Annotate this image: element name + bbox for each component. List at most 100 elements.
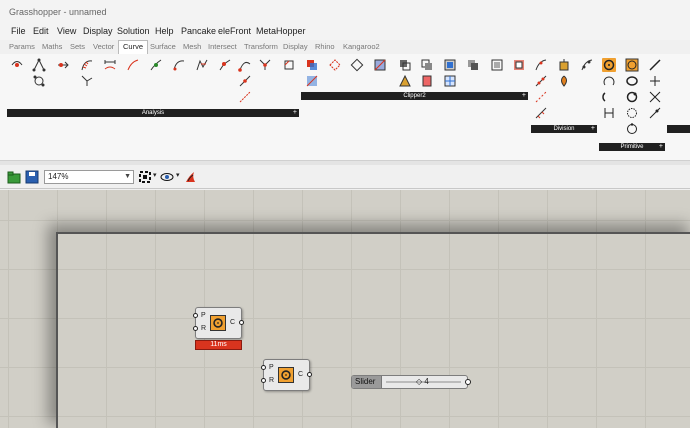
input-grip[interactable] bbox=[193, 313, 198, 318]
number-slider[interactable]: Slider ◇ 4 bbox=[351, 375, 471, 389]
clipper-pages-icon[interactable] bbox=[420, 74, 434, 88]
evaluate-curve-icon[interactable] bbox=[149, 58, 163, 72]
clipper-offset3d-icon[interactable] bbox=[490, 58, 504, 72]
curve-closest-point-icon[interactable] bbox=[32, 58, 46, 72]
tab-transform[interactable]: Transform bbox=[244, 42, 278, 51]
menu-display[interactable]: Display bbox=[83, 26, 113, 36]
segment-lengths-icon[interactable] bbox=[238, 74, 252, 88]
output-grip[interactable] bbox=[465, 379, 471, 385]
grasshopper-canvas[interactable] bbox=[0, 190, 690, 428]
clipper-union-icon[interactable] bbox=[420, 58, 434, 72]
deconstruct-arc-icon[interactable] bbox=[238, 90, 252, 104]
polygon-center-icon[interactable] bbox=[32, 74, 46, 88]
zoom-extents-icon[interactable] bbox=[138, 170, 152, 184]
menu-help[interactable]: Help bbox=[155, 26, 174, 36]
curve-derivatives-icon[interactable] bbox=[126, 58, 140, 72]
line-icon[interactable] bbox=[648, 58, 662, 72]
end-points-icon[interactable] bbox=[238, 58, 252, 72]
menu-metahopper[interactable]: MetaHopper bbox=[256, 26, 306, 36]
input-grip[interactable] bbox=[193, 326, 198, 331]
arc-3pt-icon[interactable] bbox=[602, 90, 616, 104]
menu-file[interactable]: File bbox=[11, 26, 26, 36]
slider-handle-icon[interactable]: ◇ bbox=[416, 377, 422, 386]
ribbon-group-bar-clipper[interactable]: Clipper2 + bbox=[301, 92, 528, 100]
extremes-icon[interactable] bbox=[258, 58, 272, 72]
dash-pattern-icon[interactable] bbox=[534, 90, 548, 104]
preview-eye-icon[interactable] bbox=[160, 170, 174, 184]
ellipse-icon[interactable] bbox=[625, 74, 639, 88]
expand-analysis-icon[interactable]: + bbox=[293, 109, 297, 117]
tab-display[interactable]: Display bbox=[283, 42, 308, 51]
length-icon[interactable] bbox=[172, 58, 186, 72]
menu-solution[interactable]: Solution bbox=[117, 26, 150, 36]
zoom-extents-chevron-icon[interactable]: ▾ bbox=[153, 171, 157, 179]
expand-division-icon[interactable]: + bbox=[591, 125, 595, 133]
ribbon-group-bar-division[interactable]: Division + bbox=[531, 125, 597, 133]
clipper-minkowski-icon[interactable] bbox=[373, 58, 387, 72]
clipper-inset-icon[interactable] bbox=[512, 58, 526, 72]
clipper-xor-icon[interactable] bbox=[466, 58, 480, 72]
menu-edit[interactable]: Edit bbox=[33, 26, 49, 36]
tab-surface[interactable]: Surface bbox=[150, 42, 176, 51]
curvature-graph-icon[interactable] bbox=[80, 58, 94, 72]
tab-rhino[interactable]: Rhino bbox=[315, 42, 335, 51]
ribbon-group-bar-primitive[interactable]: Primitive + bbox=[599, 143, 665, 151]
tab-kangaroo2[interactable]: Kangaroo2 bbox=[343, 42, 380, 51]
line-sdl-icon[interactable] bbox=[648, 74, 662, 88]
line-4pt-icon[interactable] bbox=[648, 90, 662, 104]
tab-curve[interactable]: Curve bbox=[118, 40, 149, 54]
curve-frame-icon[interactable] bbox=[56, 58, 70, 72]
fit-line-icon[interactable] bbox=[648, 106, 662, 120]
clipper-regions-icon[interactable] bbox=[305, 74, 319, 88]
tab-sets[interactable]: Sets bbox=[70, 42, 85, 51]
circle-cnr-icon[interactable] bbox=[602, 58, 616, 72]
shatter-icon[interactable] bbox=[534, 74, 548, 88]
contour-icon[interactable] bbox=[557, 74, 571, 88]
point-in-curve-icon[interactable] bbox=[80, 74, 94, 88]
menu-view[interactable]: View bbox=[57, 26, 76, 36]
circle-component-2[interactable]: P R C bbox=[261, 359, 312, 391]
input-grip[interactable] bbox=[261, 365, 266, 370]
menu-pancake[interactable]: Pancake bbox=[181, 26, 216, 36]
clipper-diff-icon[interactable] bbox=[443, 58, 457, 72]
circle-icon[interactable] bbox=[625, 58, 639, 72]
curve-domain-icon[interactable] bbox=[103, 58, 117, 72]
tab-vector[interactable]: Vector bbox=[93, 42, 114, 51]
tab-maths[interactable]: Maths bbox=[42, 42, 62, 51]
preview-chevron-icon[interactable]: ▾ bbox=[176, 171, 180, 179]
polygon-icon[interactable] bbox=[625, 122, 639, 136]
output-grip[interactable] bbox=[239, 320, 244, 325]
bake-flame-icon[interactable] bbox=[183, 170, 197, 184]
slider-value[interactable]: ◇ 4 bbox=[416, 377, 429, 386]
ribbon-group-bar-analysis[interactable]: Analysis + bbox=[7, 109, 299, 117]
input-grip[interactable] bbox=[261, 378, 266, 383]
tangent-arcs-icon[interactable] bbox=[602, 106, 616, 120]
curve-side-icon[interactable] bbox=[195, 58, 209, 72]
tab-params[interactable]: Params bbox=[9, 42, 35, 51]
divide-curve-icon[interactable] bbox=[534, 58, 548, 72]
circle-fit-icon[interactable] bbox=[625, 106, 639, 120]
open-file-icon[interactable] bbox=[7, 170, 21, 184]
divide-distance-icon[interactable] bbox=[580, 58, 594, 72]
clipper-region-icon[interactable] bbox=[398, 58, 412, 72]
tab-mesh[interactable]: Mesh bbox=[183, 42, 201, 51]
clipper-offset-icon[interactable] bbox=[305, 58, 319, 72]
discontinuity-icon[interactable] bbox=[218, 58, 232, 72]
tab-intersect[interactable]: Intersect bbox=[208, 42, 237, 51]
circle-component-1[interactable]: P R C bbox=[193, 307, 244, 339]
divide-length-icon[interactable] bbox=[557, 58, 571, 72]
menu-elefront[interactable]: eleFront bbox=[218, 26, 251, 36]
output-grip[interactable] bbox=[307, 372, 312, 377]
clipper-polyline-icon[interactable] bbox=[328, 58, 342, 72]
circle-3pt-icon[interactable] bbox=[625, 90, 639, 104]
control-points-icon[interactable] bbox=[10, 58, 24, 72]
expand-primitive-icon[interactable]: + bbox=[659, 143, 663, 151]
save-file-icon[interactable] bbox=[25, 170, 39, 184]
arc-icon[interactable] bbox=[602, 74, 616, 88]
planar-icon[interactable] bbox=[282, 58, 296, 72]
expand-clipper-icon[interactable]: + bbox=[522, 92, 526, 100]
curve-frames-icon[interactable] bbox=[534, 106, 548, 120]
ribbon-group-bar-next[interactable] bbox=[667, 125, 690, 133]
clipper-triangulate-icon[interactable] bbox=[398, 74, 412, 88]
clipper-grid-icon[interactable] bbox=[443, 74, 457, 88]
